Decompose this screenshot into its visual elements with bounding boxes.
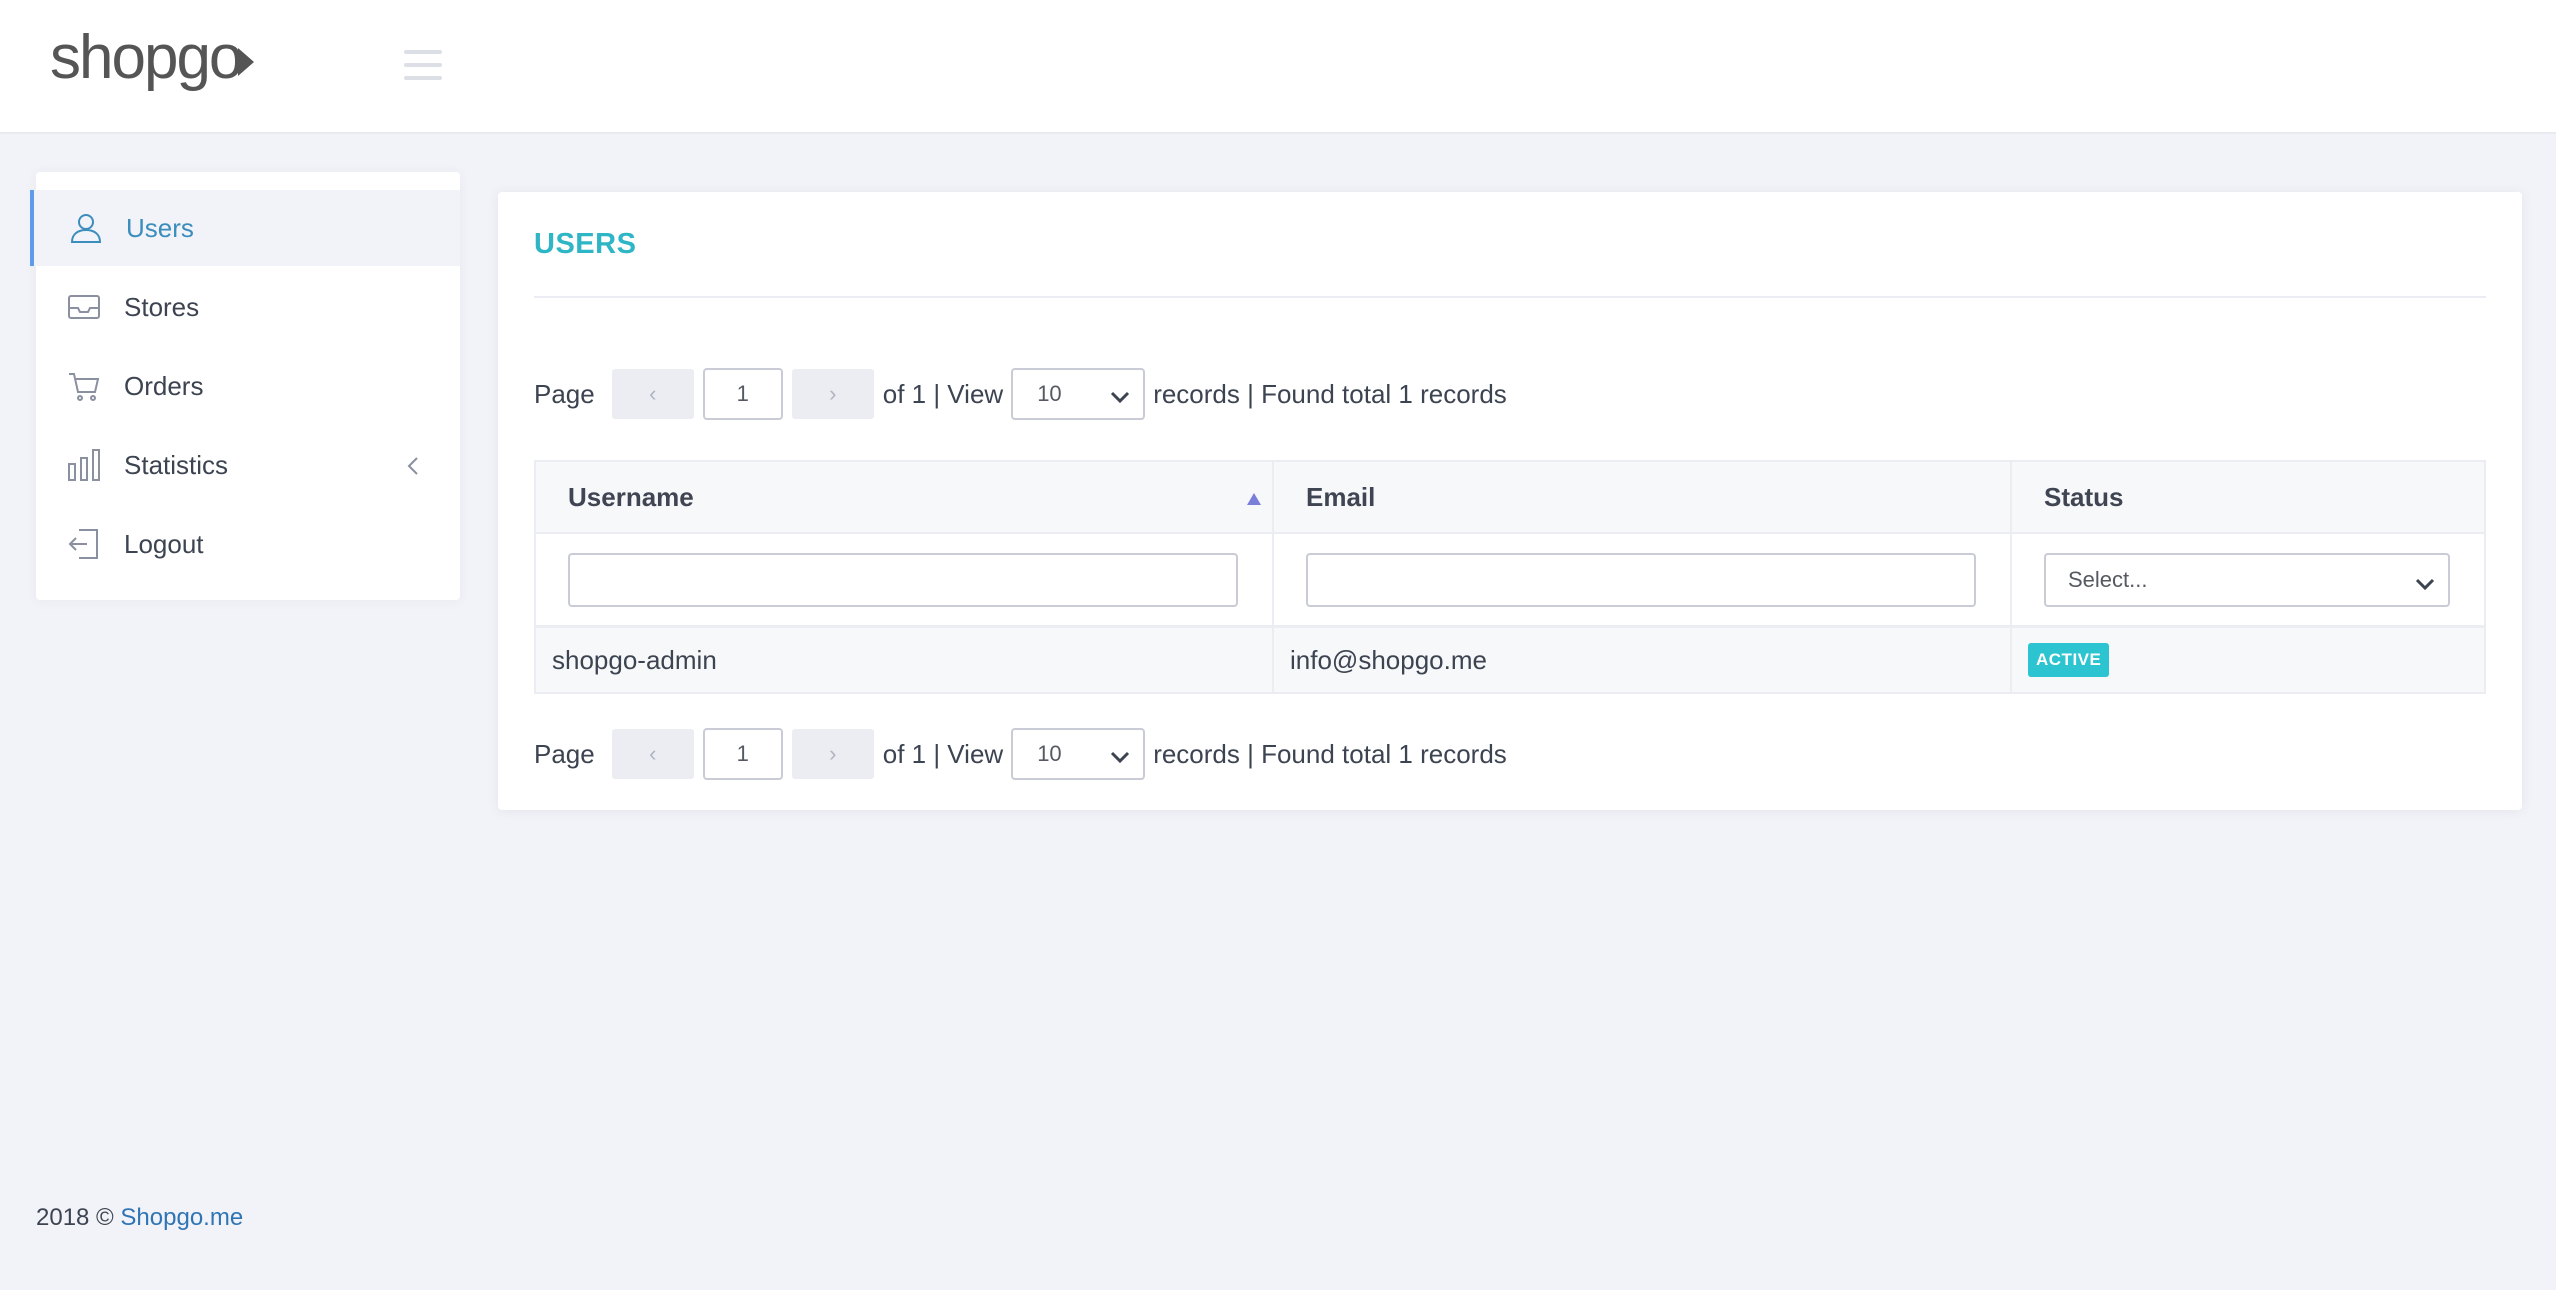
table-row[interactable]: shopgo-admin info@shopgo.me ACTIVE [536,628,2484,692]
footer: 2018 © Shopgo.me [36,1204,243,1232]
inbox-icon [66,289,102,325]
page-number-input[interactable]: 1 [702,728,783,780]
svg-text:shopgo: shopgo [50,26,241,92]
next-page-button[interactable]: › [791,729,874,779]
hamburger-icon[interactable] [404,50,442,82]
page-title: USERS [534,228,637,260]
sidebar-item-orders[interactable]: Orders [36,348,460,424]
users-table: Username Email Status Select... shopgo-a… [534,460,2486,694]
page-number-input[interactable]: 1 [702,368,783,420]
sidebar-item-label: Stores [124,291,200,322]
column-header-username[interactable]: Username [536,462,1274,532]
chevron-down-icon [2414,571,2436,597]
filter-cell-username [536,534,1274,625]
column-header-email[interactable]: Email [1274,462,2012,532]
view-count-value: 10 [1037,381,1062,406]
status-filter-select[interactable]: Select... [2044,552,2450,607]
prev-page-button[interactable]: ‹ [611,729,694,779]
bar-chart-icon [66,447,102,483]
view-count-value: 10 [1037,741,1062,766]
copyright-text: 2018 © [36,1204,114,1231]
status-cell: ACTIVE [2012,628,2484,692]
sidebar-item-label: Users [126,212,194,243]
column-label: Email [1306,481,1376,512]
title-divider [534,296,2486,298]
top-header: shopgo [0,0,2556,134]
cart-icon [66,368,102,404]
sidebar-item-label: Statistics [124,449,229,480]
footer-link[interactable]: Shopgo.me [120,1204,243,1231]
column-label: Status [2044,481,2124,512]
filter-row: Select... [536,534,2484,628]
username-filter-input[interactable] [568,552,1238,607]
next-page-button[interactable]: › [791,369,874,419]
prev-page-button[interactable]: ‹ [611,369,694,419]
view-count-select[interactable]: 10 [1011,368,1146,420]
sidebar-item-statistics[interactable]: Statistics [36,427,460,503]
pager-bottom: Page ‹ 1 › of 1 | View 10 records | Foun… [534,728,1507,780]
of-pages-text: of 1 | View [882,738,1004,769]
sidebar-item-users[interactable]: Users [30,190,460,266]
column-label: Username [568,481,694,512]
sidebar: Users Stores Orders Statistics Logout [30,172,460,600]
shopgo-logo[interactable]: shopgo [50,22,260,102]
pager-top: Page ‹ 1 › of 1 | View 10 records | Foun… [534,368,1507,420]
users-card: USERS Page ‹ 1 › of 1 | View 10 records … [498,192,2522,810]
sidebar-item-label: Orders [124,370,204,401]
sidebar-item-label: Logout [124,528,204,559]
logout-icon [66,526,102,562]
page-label: Page [534,738,595,769]
user-icon [68,210,104,246]
username-cell: shopgo-admin [536,628,1274,692]
status-filter-placeholder: Select... [2068,566,2148,592]
table-header: Username Email Status [536,462,2484,534]
sidebar-item-logout[interactable]: Logout [36,506,460,582]
sort-asc-icon[interactable] [1246,482,1262,513]
chevron-left-icon[interactable] [406,453,420,484]
of-pages-text: of 1 | View [882,378,1004,409]
chevron-down-icon [1109,384,1131,410]
records-text: records | Found total 1 records [1153,738,1507,769]
chevron-down-icon [1109,744,1131,770]
view-count-select[interactable]: 10 [1011,728,1146,780]
records-text: records | Found total 1 records [1153,378,1507,409]
filter-cell-email [1274,534,2012,625]
page-label: Page [534,378,595,409]
logo-mark: shopgo [50,26,254,92]
email-filter-input[interactable] [1306,552,1976,607]
status-badge: ACTIVE [2028,643,2110,677]
email-cell: info@shopgo.me [1274,628,2012,692]
column-header-status[interactable]: Status [2012,462,2484,532]
filter-cell-status: Select... [2012,534,2484,625]
sidebar-item-stores[interactable]: Stores [36,269,460,345]
